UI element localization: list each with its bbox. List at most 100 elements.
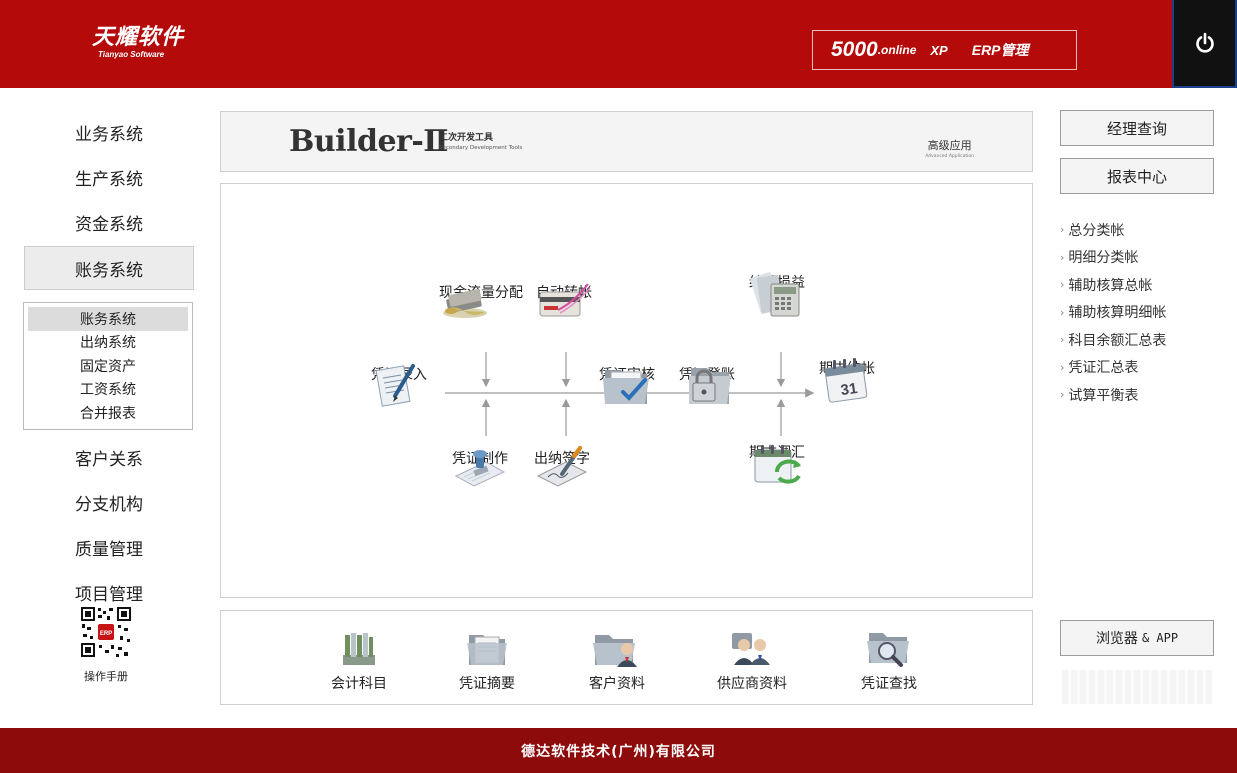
document-edit-icon	[375, 364, 415, 407]
chevron-right-icon: ›	[1060, 223, 1065, 237]
accounting-submenu: 账务系统 出纳系统 固定资产 工资系统 合并报表	[23, 302, 193, 430]
chevron-right-icon: ›	[1060, 278, 1065, 292]
link-text: 总分类帐	[1068, 222, 1125, 239]
logo-en: Tianyao Software	[98, 50, 165, 59]
manager-query-button[interactable]: 经理查询	[1060, 110, 1214, 146]
node-voucher-entry[interactable]: 凭证录入	[371, 362, 427, 407]
subnav-fixed-assets[interactable]: 固定资产	[28, 354, 188, 378]
qr-code-icon[interactable]: ERP	[80, 606, 132, 658]
node-auto-transfer[interactable]: 自动转帐	[536, 280, 592, 317]
lock-folder-icon	[689, 368, 731, 404]
label-customers: 客户资料	[589, 676, 645, 692]
link-voucher-summary[interactable]: › 凭证汇总表	[1060, 354, 1166, 382]
tool-accounts[interactable]: 会计科目	[331, 629, 387, 693]
link-text: 试算平衡表	[1068, 387, 1139, 404]
nav-item-business[interactable]: 业务系统	[24, 110, 194, 155]
blurred-text	[1062, 670, 1212, 704]
manual-label[interactable]: 操作手册	[70, 668, 142, 684]
label-voucher-summary: 凭证摘要	[459, 676, 515, 692]
node-period-fx[interactable]: 期末调汇	[749, 440, 805, 484]
nav-item-quality[interactable]: 质量管理	[24, 525, 194, 570]
nav-item-accounting[interactable]: 账务系统	[24, 246, 194, 290]
chevron-right-icon: ›	[1060, 388, 1065, 402]
svg-text:31: 31	[840, 380, 859, 399]
stamp-icon	[454, 450, 506, 487]
advanced-app-en: Advanced Application	[925, 154, 974, 159]
footer-bar: 德达软件技术(广州)有限公司	[0, 728, 1237, 773]
folder-check-icon	[603, 370, 649, 404]
top-bar: 天耀软件 Tianyao Software 5000 .online XP ER…	[0, 0, 1237, 88]
link-general-ledger[interactable]: › 总分类帐	[1060, 216, 1166, 244]
chevron-right-icon: ›	[1060, 333, 1065, 347]
report-center-button[interactable]: 报表中心	[1060, 158, 1214, 194]
signature-icon	[536, 446, 588, 487]
customer-folder-icon	[593, 635, 637, 667]
tool-voucher-summary[interactable]: 凭证摘要	[459, 629, 515, 693]
node-transfer-pl[interactable]: 结转损益	[749, 270, 805, 317]
calendar-icon: 31	[824, 358, 868, 403]
product-number: 5000	[831, 38, 878, 61]
link-text: 凭证汇总表	[1068, 360, 1139, 377]
calendar-refresh-icon	[754, 445, 801, 484]
link-balance-summary[interactable]: › 科目余额汇总表	[1060, 326, 1166, 354]
label-suppliers: 供应商资料	[717, 676, 787, 692]
label-voucher-search: 凭证查找	[861, 676, 917, 692]
link-text: 明细分类帐	[1068, 250, 1139, 267]
svg-text:ERP: ERP	[100, 631, 112, 637]
builder-subtitle: 二次开发工具 Secondary Development Tools	[439, 133, 522, 153]
credit-card-icon	[539, 283, 591, 317]
binders-icon	[343, 633, 375, 665]
subnav-consolidated[interactable]: 合并报表	[28, 401, 188, 425]
nav-item-funds[interactable]: 资金系统	[24, 200, 194, 245]
nav-item-production[interactable]: 生产系统	[24, 155, 194, 200]
browser-app-button[interactable]: 浏览器 & APP	[1060, 620, 1214, 656]
logo-cn: 天耀软件	[92, 25, 185, 50]
node-cashier-sign[interactable]: 出纳签字	[534, 446, 590, 487]
node-voucher-audit[interactable]: 凭证审核	[599, 362, 655, 404]
product-online: .online	[877, 43, 917, 57]
suppliers-icon	[732, 633, 770, 665]
left-nav-top: 业务系统 生产系统 资金系统 账务系统	[24, 110, 194, 290]
nav-item-crm[interactable]: 客户关系	[24, 435, 194, 480]
link-text: 辅助核算明细帐	[1068, 305, 1167, 322]
power-button[interactable]	[1172, 0, 1237, 88]
chevron-right-icon: ›	[1060, 305, 1065, 319]
tool-suppliers[interactable]: 供应商资料	[717, 629, 787, 693]
builder-title: Builder-Ⅱ	[289, 124, 449, 159]
chevron-right-icon: ›	[1060, 360, 1065, 374]
subnav-accounting[interactable]: 账务系统	[28, 307, 188, 331]
node-voucher-make[interactable]: 凭证制作	[452, 446, 508, 487]
subnav-cashier[interactable]: 出纳系统	[28, 331, 188, 355]
label-accounts: 会计科目	[331, 676, 387, 692]
link-subsidiary-ledger[interactable]: › 明细分类帐	[1060, 244, 1166, 272]
node-cash-flow[interactable]: 现金流量分配	[439, 280, 523, 318]
product-badge: 5000 .online XP ERP管理	[812, 30, 1077, 70]
nav-item-branches[interactable]: 分支机构	[24, 480, 194, 525]
folder-doc-icon	[467, 635, 507, 665]
chevron-right-icon: ›	[1060, 250, 1065, 264]
ledger-links: › 总分类帐 › 明细分类帐 › 辅助核算总帐 › 辅助核算明细帐 › 科目余额汇总表 ›…	[1060, 216, 1166, 409]
advanced-app[interactable]: 高级应用 Advanced Application	[925, 140, 974, 162]
quick-tools-bar: 会计科目 凭证摘要 客户资料 供应商资料 凭证查找	[220, 610, 1033, 705]
advanced-app-cn: 高级应用	[927, 139, 972, 152]
left-nav-bottom: 客户关系 分支机构 质量管理 项目管理	[24, 435, 194, 615]
link-aux-detail[interactable]: › 辅助核算明细帐	[1060, 299, 1166, 327]
link-text: 科目余额汇总表	[1068, 332, 1167, 349]
tool-voucher-search[interactable]: 凭证查找	[861, 629, 917, 693]
product-xp: XP	[930, 42, 948, 58]
tool-customers[interactable]: 客户资料	[589, 629, 645, 693]
link-text: 辅助核算总帐	[1068, 277, 1153, 294]
builder-banner[interactable]: Builder-Ⅱ 二次开发工具 Secondary Development T…	[220, 111, 1033, 172]
company-logo: 天耀软件 Tianyao Software	[92, 25, 185, 60]
node-voucher-post[interactable]: 凭证登账	[679, 362, 735, 404]
product-erp: ERP管理	[971, 42, 1029, 58]
accounting-flow-panel: 现金流量分配 自动转帐 结转损益 凭证录入	[220, 183, 1033, 598]
calculator-icon	[750, 272, 800, 317]
builder-sub-en: Secondary Development Tools	[439, 145, 523, 151]
subnav-payroll[interactable]: 工资系统	[28, 378, 188, 402]
folder-search-icon	[867, 633, 909, 667]
link-aux-ledger[interactable]: › 辅助核算总帐	[1060, 271, 1166, 299]
node-period-close[interactable]: 31 期末结帐	[819, 356, 875, 403]
cash-icon	[443, 288, 487, 318]
link-trial-balance[interactable]: › 试算平衡表	[1060, 381, 1166, 409]
